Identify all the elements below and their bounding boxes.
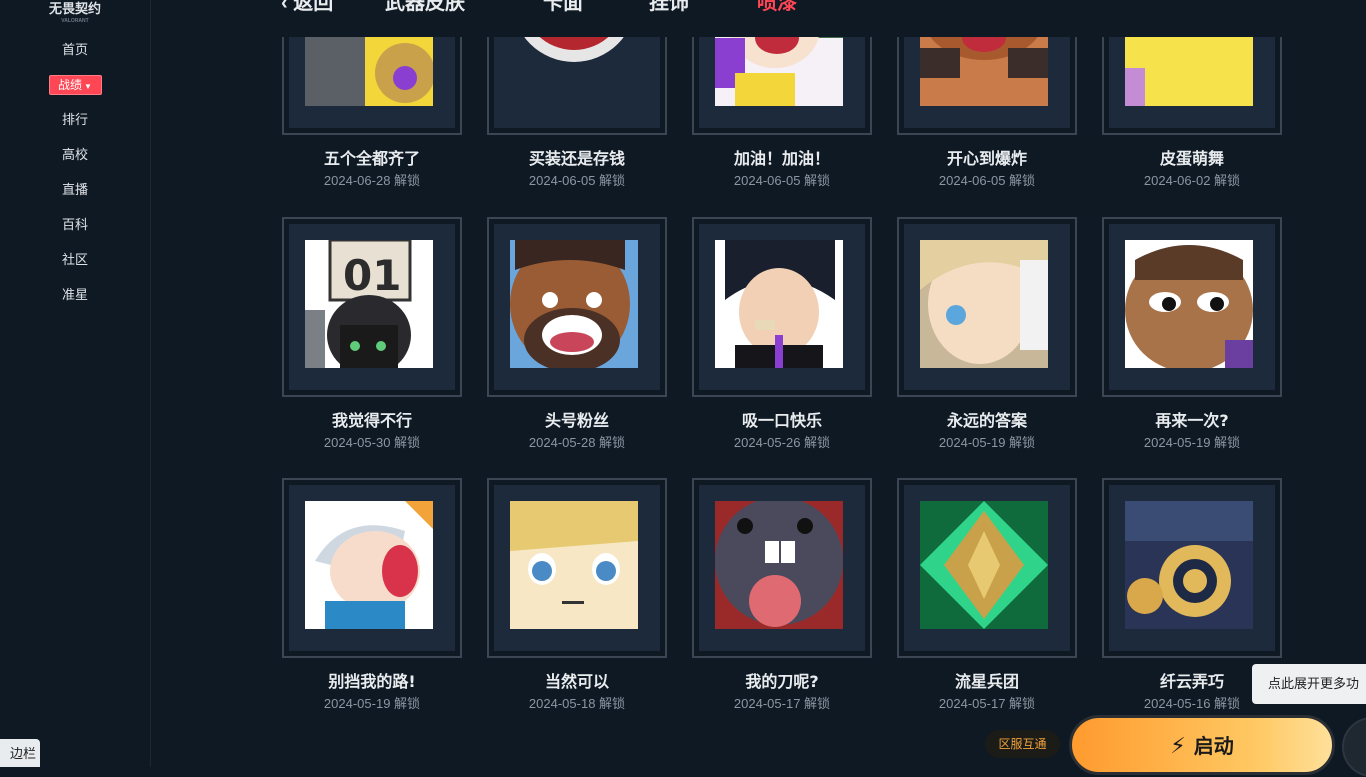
spray-unlock-date: 2024-06-05 (528, 173, 596, 188)
spray-frame (692, 478, 872, 658)
spray-unlock-status: 解锁 (394, 173, 421, 188)
spray-unlock-status: 解锁 (1009, 173, 1036, 188)
spray-out-of-my-way-image (305, 501, 433, 629)
spray-unlock-status: 解锁 (804, 173, 831, 188)
spray-name: 吸一口快乐 (741, 411, 822, 430)
spray-frame: 01 (282, 217, 462, 397)
spray-unlock-status: 解锁 (1009, 435, 1036, 450)
chevron-left-icon: ‹ (281, 0, 294, 14)
spray-where-knife-image (715, 501, 843, 629)
spray-unlock-info: 2024-06-28 解锁 (282, 170, 462, 189)
spray-unlock-date: 2024-05-30 (323, 435, 391, 450)
spray-unlock-status: 解锁 (804, 696, 831, 711)
spray-unlock-date: 2024-06-05 (938, 173, 1006, 188)
spray-unlock-info: 2024-05-19 解锁 (897, 432, 1077, 451)
spray-frame (692, 217, 872, 397)
spray-frame (282, 478, 462, 658)
spray-unlock-info: 2024-06-05 解锁 (692, 170, 872, 189)
spray-unlock-status: 解锁 (1009, 696, 1036, 711)
lightning-icon: ⚡ (1170, 733, 1186, 758)
spray-unlock-info: 2024-05-26 解锁 (692, 432, 872, 451)
launch-button[interactable]: ⚡ 启动 (1069, 715, 1335, 775)
spray-unlock-info: 2024-05-19 解锁 (282, 693, 462, 712)
spray-name: 开心到爆炸 (946, 149, 1027, 168)
back-label: 返回 (293, 0, 334, 14)
spray-unlock-date: 2024-05-26 (733, 435, 801, 450)
region-interop-button[interactable]: 区服互通 (985, 730, 1060, 758)
spray-unlock-status: 解锁 (394, 696, 421, 711)
sidebar-toggle-button[interactable]: 边栏 (0, 739, 40, 767)
spray-not-good-image: 01 (305, 240, 433, 368)
spray-name: 皮蛋萌舞 (1159, 149, 1224, 168)
spray-unlock-date: 2024-05-16 (1143, 696, 1211, 711)
spray-frame (897, 217, 1077, 397)
spray-unlock-date: 2024-06-02 (1143, 173, 1211, 188)
spray-unlock-status: 解锁 (599, 696, 626, 711)
spray-top-fan-image (510, 240, 638, 368)
spray-unlock-date: 2024-06-28 (323, 173, 391, 188)
spray-unlock-info: 2024-06-05 解锁 (897, 170, 1077, 189)
spray-unlock-date: 2024-05-18 (528, 696, 596, 711)
more-functions-tooltip: 点此展开更多功 (1252, 664, 1366, 704)
spray-name: 买装还是存钱 (528, 149, 625, 168)
spray-unlock-info: 2024-05-17 解锁 (692, 693, 872, 712)
spray-name: 再来一次? (1155, 411, 1229, 430)
spray-unlock-status: 解锁 (1214, 696, 1241, 711)
spray-unlock-status: 解锁 (599, 435, 626, 450)
spray-cloud-image (1125, 501, 1253, 629)
top-tab-bar: ‹ 返回 武器皮肤 卡面 挂饰 喷漆 (151, 0, 1366, 37)
back-button[interactable]: ‹ 返回 (281, 0, 333, 15)
spray-name: 加油！加油！ (733, 149, 830, 168)
spray-unlock-status: 解锁 (394, 435, 421, 450)
spray-unlock-info: 2024-05-30 解锁 (282, 432, 462, 451)
launch-label: 启动 (1193, 736, 1234, 758)
svg-text:01: 01 (343, 251, 401, 300)
spray-name: 流星兵团 (954, 672, 1019, 691)
spray-frame (1102, 478, 1282, 658)
spray-frame (897, 478, 1077, 658)
spray-unlock-status: 解锁 (804, 435, 831, 450)
spray-unlock-info: 2024-05-28 解锁 (487, 432, 667, 451)
spray-name: 永远的答案 (946, 411, 1027, 430)
tab-charms[interactable]: 挂饰 (649, 0, 689, 15)
spray-unlock-status: 解锁 (599, 173, 626, 188)
spray-grid: 五个全都齐了 2024-06-28 解锁 买装还是存钱 2024-06-05 解锁 加油… (0, 0, 1366, 767)
spray-name: 别挡我的路! (328, 672, 416, 691)
tab-sprays[interactable]: 喷漆 (757, 0, 797, 15)
spray-name: 当然可以 (544, 672, 609, 691)
spray-unlock-date: 2024-05-19 (1143, 435, 1211, 450)
tab-cards[interactable]: 卡面 (543, 0, 583, 15)
spray-name: 头号粉丝 (544, 411, 609, 430)
spray-unlock-date: 2024-06-05 (733, 173, 801, 188)
spray-again-image (1125, 240, 1253, 368)
tab-weapon-skins[interactable]: 武器皮肤 (385, 0, 465, 15)
spray-name: 我的刀呢? (745, 672, 819, 691)
spray-unlock-date: 2024-05-19 (323, 696, 391, 711)
spray-unlock-info: 2024-06-05 解锁 (487, 170, 667, 189)
spray-meteor-image (920, 501, 1048, 629)
spray-unlock-date: 2024-05-19 (938, 435, 1006, 450)
spray-frame (487, 478, 667, 658)
spray-unlock-status: 解锁 (1214, 173, 1241, 188)
spray-frame (1102, 217, 1282, 397)
spray-forever-answer-image (920, 240, 1048, 368)
spray-of-course-image (510, 501, 638, 629)
spray-unlock-info: 2024-05-18 解锁 (487, 693, 667, 712)
spray-unlock-date: 2024-05-17 (733, 696, 801, 711)
spray-unlock-date: 2024-05-28 (528, 435, 596, 450)
spray-name: 五个全都齐了 (323, 149, 420, 168)
spray-unlock-date: 2024-05-17 (938, 696, 1006, 711)
spray-unlock-status: 解锁 (1214, 435, 1241, 450)
spray-unlock-info: 2024-05-17 解锁 (897, 693, 1077, 712)
spray-name: 我觉得不行 (331, 411, 412, 430)
spray-frame (487, 217, 667, 397)
spray-unlock-info: 2024-05-19 解锁 (1102, 432, 1282, 451)
spray-happy-sip-image (715, 240, 843, 368)
spray-unlock-info: 2024-06-02 解锁 (1102, 170, 1282, 189)
